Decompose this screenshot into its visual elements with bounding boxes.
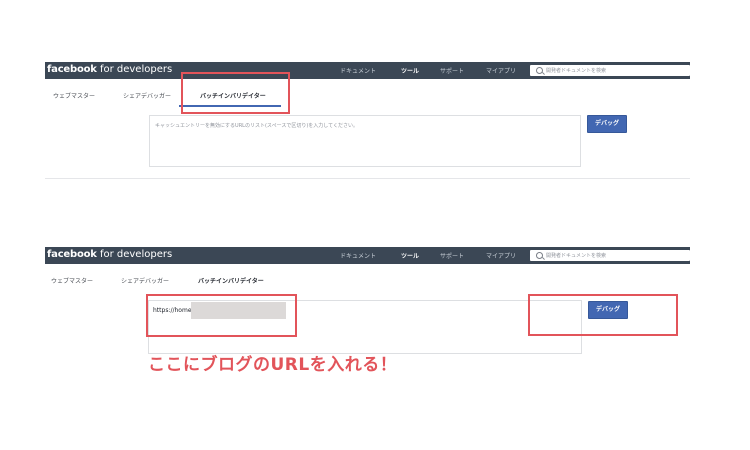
highlight-debug-button	[528, 294, 678, 336]
tab-share-debugger[interactable]: シェアデバッガー	[121, 276, 169, 285]
top-navbar: facebook for developers ドキュメント ツール サポート …	[45, 62, 690, 79]
top-navbar: facebook for developers ドキュメント ツール サポート …	[45, 247, 690, 264]
section-divider	[45, 178, 690, 179]
search-placeholder: 開発者ドキュメントを検索	[546, 68, 607, 74]
highlight-url-field	[146, 294, 297, 337]
url-list-textarea[interactable]: キャッシュエントリーを無効にするURLのリスト(スペースで区切り)を入力してくだ…	[149, 115, 581, 167]
screenshot-before: facebook for developers ドキュメント ツール サポート …	[45, 62, 690, 182]
search-icon	[536, 252, 543, 259]
tab-webmaster[interactable]: ウェブマスター	[53, 91, 95, 100]
nav-support[interactable]: サポート	[440, 251, 464, 260]
debug-button[interactable]: デバッグ	[587, 115, 627, 133]
nav-my-apps[interactable]: マイアプリ	[486, 251, 516, 260]
nav-my-apps[interactable]: マイアプリ	[486, 66, 516, 75]
tab-share-debugger[interactable]: シェアデバッガー	[123, 91, 171, 100]
nav-tools[interactable]: ツール	[401, 66, 419, 75]
search-placeholder: 開発者ドキュメントを検索	[546, 253, 607, 259]
facebook-developers-logo[interactable]: facebook for developers	[47, 249, 172, 260]
tab-batch-invalidator[interactable]: バッチインバリデイター	[198, 276, 264, 285]
instruction-annotation: ここにブログのURLを入れる！	[148, 355, 398, 375]
nav-documents[interactable]: ドキュメント	[340, 66, 376, 75]
search-input[interactable]: 開発者ドキュメントを検索	[530, 65, 690, 76]
nav-support[interactable]: サポート	[440, 66, 464, 75]
highlight-active-tab	[181, 72, 290, 114]
nav-tools[interactable]: ツール	[401, 251, 419, 260]
textarea-placeholder: キャッシュエントリーを無効にするURLのリスト(スペースで区切り)を入力してくだ…	[155, 123, 358, 129]
nav-documents[interactable]: ドキュメント	[340, 251, 376, 260]
tab-webmaster[interactable]: ウェブマスター	[51, 276, 93, 285]
search-icon	[536, 67, 543, 74]
search-input[interactable]: 開発者ドキュメントを検索	[530, 250, 690, 261]
facebook-developers-logo[interactable]: facebook for developers	[47, 64, 172, 75]
